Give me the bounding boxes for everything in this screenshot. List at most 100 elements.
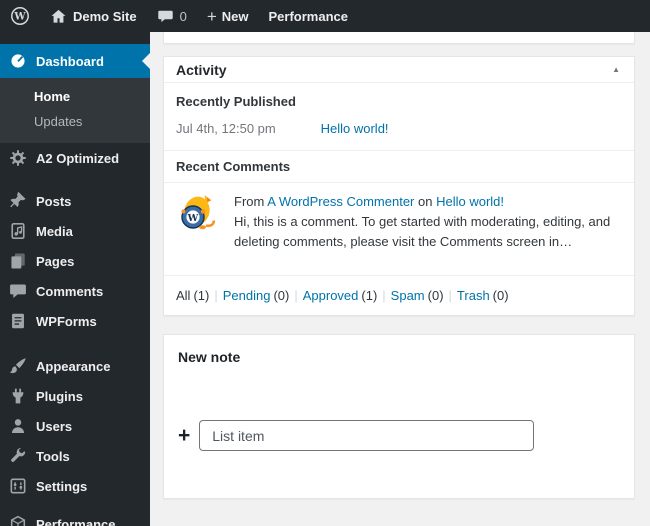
comment-bubble-icon xyxy=(157,8,174,25)
pushpin-icon xyxy=(9,192,27,210)
filter-trash[interactable]: Trash (0) xyxy=(457,288,509,303)
comment-on-label: on xyxy=(418,194,433,209)
sidebar-subitem-updates[interactable]: Updates xyxy=(0,109,150,134)
comment-post-link[interactable]: Hello world! xyxy=(436,194,504,209)
pages-icon xyxy=(9,252,27,270)
plus-icon: + xyxy=(206,6,217,26)
sidebar-item-label: Appearance xyxy=(36,358,111,374)
filter-pending[interactable]: Pending (0) xyxy=(223,288,290,303)
sidebar-item-label: A2 Optimized xyxy=(36,150,120,166)
plug-icon xyxy=(9,387,27,405)
filter-count: (1) xyxy=(361,288,378,303)
published-entry: Jul 4th, 12:50 pm Hello world! xyxy=(176,121,622,136)
wp-logo-menu[interactable]: W xyxy=(0,0,40,32)
partial-widget-above xyxy=(163,32,635,44)
sidebar-item-settings[interactable]: Settings xyxy=(0,471,150,501)
sidebar-item-label: Media xyxy=(36,223,73,239)
performance-adminbar-menu[interactable]: Performance xyxy=(258,0,357,32)
comment-from-label: From xyxy=(234,194,265,209)
sidebar-item-label: Settings xyxy=(36,478,88,494)
sidebar-item-posts[interactable]: Posts xyxy=(0,186,150,216)
comment-meta: From A WordPress Commenter on Hello worl… xyxy=(234,194,620,209)
sidebar-item-label: Posts xyxy=(36,193,72,209)
performance-adminbar-label: Performance xyxy=(268,8,348,24)
add-list-item-icon[interactable]: + xyxy=(178,425,190,446)
recently-published-section: Recently Published Jul 4th, 12:50 pm Hel… xyxy=(164,83,634,151)
collapse-triangle-icon: ▲ xyxy=(612,64,620,74)
dashboard-content: Activity ▲ Recently Published Jul 4th, 1… xyxy=(150,32,650,526)
activity-title: Activity xyxy=(176,61,227,78)
wrench-icon xyxy=(9,447,27,465)
comment-filters: All (1) | Pending (0) | Approved (1) | Spam (0) | Tr… xyxy=(164,275,634,315)
sidebar-item-appearance[interactable]: Appearance xyxy=(0,351,150,381)
sidebar-item-wpforms[interactable]: WPForms xyxy=(0,306,150,336)
new-note-row: + xyxy=(178,420,535,451)
sidebar-item-label: Performance xyxy=(36,516,116,526)
recently-published-heading: Recently Published xyxy=(176,94,296,109)
admin-bar: W Demo Site 0 + New Performance xyxy=(0,0,650,32)
home-icon xyxy=(50,8,67,25)
cube-icon xyxy=(9,515,27,526)
filter-separator: | xyxy=(382,288,386,303)
filter-count: (1) xyxy=(193,288,210,303)
sidebar-item-pages[interactable]: Pages xyxy=(0,246,150,276)
gauge-icon xyxy=(9,52,27,70)
filter-separator: | xyxy=(294,288,298,303)
comment-count: 0 xyxy=(179,8,187,24)
filter-count: (0) xyxy=(273,288,290,303)
new-note-title: New note xyxy=(178,349,241,365)
sidebar-item-users[interactable]: Users xyxy=(0,411,150,441)
sidebar-item-label: Users xyxy=(36,418,73,434)
published-date: Jul 4th, 12:50 pm xyxy=(176,121,276,136)
comment-excerpt: Hi, this is a comment. To get started wi… xyxy=(234,214,611,249)
wapuu-avatar: W xyxy=(177,192,217,232)
user-icon xyxy=(9,417,27,435)
site-name-label: Demo Site xyxy=(73,8,137,24)
filter-count: (0) xyxy=(492,288,509,303)
filter-separator: | xyxy=(214,288,218,303)
sidebar-item-label: Comments xyxy=(36,283,104,299)
wordpress-logo-icon: W xyxy=(10,6,30,26)
new-note-widget: New note + xyxy=(163,334,635,499)
sliders-icon xyxy=(9,477,27,495)
admin-sidebar: Dashboard Home Updates A2 Optimized Post… xyxy=(0,32,150,526)
activity-widget: Activity ▲ Recently Published Jul 4th, 1… xyxy=(163,56,635,316)
clipboard-icon xyxy=(9,312,27,330)
sidebar-item-comments[interactable]: Comments xyxy=(0,276,150,306)
sidebar-item-a2-optimized[interactable]: A2 Optimized xyxy=(0,143,150,173)
sidebar-item-tools[interactable]: Tools xyxy=(0,441,150,471)
filter-count: (0) xyxy=(427,288,444,303)
sidebar-item-label: Tools xyxy=(36,448,70,464)
sidebar-item-label: Dashboard xyxy=(36,53,104,69)
new-content-menu[interactable]: + New xyxy=(197,0,259,32)
published-post-link[interactable]: Hello world! xyxy=(321,121,389,136)
sidebar-item-plugins[interactable]: Plugins xyxy=(0,381,150,411)
sidebar-item-label: Pages xyxy=(36,253,75,269)
site-name-menu[interactable]: Demo Site xyxy=(40,0,147,32)
activity-header: Activity ▲ xyxy=(164,57,634,83)
media-icon xyxy=(9,222,27,240)
filter-approved[interactable]: Approved (1) xyxy=(303,288,378,303)
sidebar-item-dashboard[interactable]: Dashboard xyxy=(0,44,150,78)
brush-icon xyxy=(9,357,27,375)
sidebar-item-media[interactable]: Media xyxy=(0,216,150,246)
sidebar-item-label: WPForms xyxy=(36,313,97,329)
comments-menu[interactable]: 0 xyxy=(147,0,197,32)
svg-text:W: W xyxy=(13,12,26,23)
recent-comments-heading: Recent Comments xyxy=(164,151,634,183)
dashboard-submenu: Home Updates xyxy=(0,78,150,143)
svg-text:W: W xyxy=(187,213,199,224)
filter-all[interactable]: All (1) xyxy=(176,288,209,303)
gear-icon xyxy=(9,149,27,167)
comment-author-link[interactable]: A WordPress Commenter xyxy=(267,194,414,209)
comment-item: W From A WordPress Commenter on Hello wo… xyxy=(164,183,634,275)
collapse-toggle-button[interactable]: ▲ xyxy=(610,64,622,76)
sidebar-subitem-home[interactable]: Home xyxy=(0,84,150,109)
sidebar-item-performance[interactable]: Performance xyxy=(0,509,150,526)
filter-separator: | xyxy=(448,288,452,303)
comment-icon xyxy=(9,282,27,300)
new-label: New xyxy=(221,8,249,24)
filter-spam[interactable]: Spam (0) xyxy=(391,288,444,303)
sidebar-item-label: Plugins xyxy=(36,388,83,404)
note-list-item-input[interactable] xyxy=(199,420,535,451)
